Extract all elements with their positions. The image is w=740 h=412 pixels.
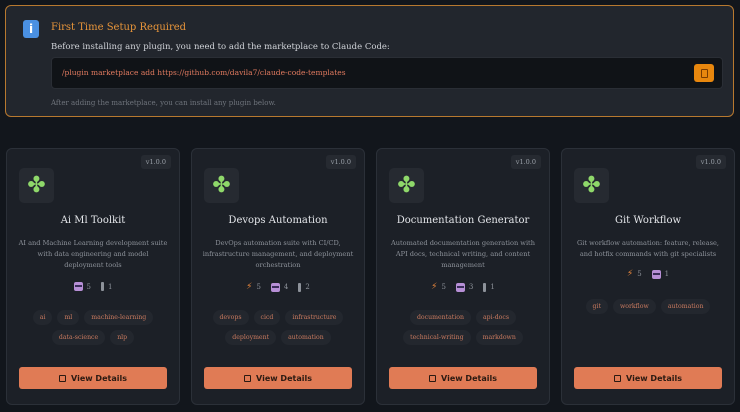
plugin-stats: ⚡ 5 4 2 — [192, 282, 364, 292]
plugin-stats: ⚡ 5 1 — [562, 269, 734, 279]
tag[interactable]: data-science — [51, 330, 106, 345]
plugin-card: v1.0.0 ✤ Git Workflow Git workflow automati… — [561, 148, 735, 405]
plugin-title: Documentation Generator — [396, 215, 530, 226]
puzzle-icon: ✤ — [19, 168, 54, 203]
tag[interactable]: ai — [32, 310, 53, 325]
plug-icon — [101, 282, 104, 291]
external-link-icon — [614, 374, 622, 382]
banner-text: Before installing any plugin, you need t… — [51, 42, 390, 52]
plugin-stats: 51 — [7, 282, 179, 291]
view-details-label: View Details — [441, 373, 497, 383]
robot-icon — [651, 269, 661, 279]
tag[interactable]: infrastructure — [285, 310, 344, 325]
version-badge: v1.0.0 — [140, 155, 171, 169]
external-link-icon — [244, 374, 252, 382]
plugin-stats: ⚡ 5 3 1 — [377, 282, 549, 292]
stat-item: 1 — [101, 282, 112, 291]
plugin-card: v1.0.0 ✤ Documentation Generator Automated … — [376, 148, 550, 405]
plugin-description: AI and Machine Learning development suit… — [18, 239, 168, 269]
tag[interactable]: devops — [212, 310, 249, 325]
puzzle-icon: ✤ — [204, 168, 239, 203]
stat-value: 1 — [108, 282, 113, 291]
stat-item: 5 — [73, 282, 91, 291]
plugin-title: Git Workflow — [614, 215, 682, 226]
stat-value: 1 — [490, 283, 495, 291]
tag[interactable]: automation — [281, 330, 331, 345]
view-details-button[interactable]: View Details — [19, 367, 167, 389]
lightning-icon: ⚡ — [431, 282, 438, 292]
plugin-description: Automated documentation generation with … — [391, 239, 535, 269]
command-box: /plugin marketplace add https://github.c… — [51, 57, 723, 89]
tag[interactable]: git — [585, 299, 608, 314]
tag[interactable]: documentation — [409, 310, 471, 325]
banner-note: After adding the marketplace, you can in… — [51, 99, 276, 107]
stat-item: 4 — [270, 282, 289, 292]
view-details-label: View Details — [626, 373, 682, 383]
tag[interactable]: api-docs — [475, 310, 517, 325]
stat-value: 3 — [468, 283, 474, 291]
stat-item: ⚡ 5 — [431, 282, 446, 292]
tag[interactable]: technical-writing — [403, 330, 471, 345]
stat-value: 5 — [441, 283, 446, 291]
tag[interactable]: automation — [660, 299, 711, 314]
tag[interactable]: machine-learning — [84, 310, 154, 325]
view-details-button[interactable]: View Details — [204, 367, 352, 389]
banner-title: First Time Setup Required — [51, 22, 187, 33]
stat-item: ⚡ 5 — [627, 269, 642, 279]
stat-item: 1 — [483, 282, 495, 292]
tag[interactable]: ml — [57, 310, 80, 325]
version-badge: v1.0.0 — [695, 155, 726, 169]
robot-icon — [73, 282, 83, 291]
lightning-icon: ⚡ — [246, 282, 253, 292]
puzzle-icon: ✤ — [389, 168, 424, 203]
stat-value: 5 — [256, 283, 261, 291]
stat-value: 5 — [637, 270, 642, 278]
external-link-icon — [429, 374, 437, 382]
version-badge: v1.0.0 — [325, 155, 356, 169]
view-details-label: View Details — [71, 373, 127, 383]
tag-list: git workflow automation — [570, 299, 726, 314]
tag[interactable]: cicd — [253, 310, 281, 325]
plug-icon — [483, 282, 487, 292]
plugin-description: Git workflow automation: feature, releas… — [576, 239, 720, 258]
plugin-title: Devops Automation — [228, 215, 328, 226]
tag[interactable]: nlp — [110, 330, 135, 345]
stat-item: 3 — [455, 282, 474, 292]
stat-item: ⚡ 5 — [246, 282, 261, 292]
lightning-icon: ⚡ — [626, 269, 634, 279]
plugin-card: v1.0.0 ✤ Ai Ml Toolkit AI and Machine Learn… — [6, 148, 180, 405]
stat-item: 1 — [651, 269, 670, 279]
external-link-icon — [59, 374, 67, 382]
tag-list: ai ml machine-learning data-science nlp — [15, 310, 171, 345]
command-text[interactable]: /plugin marketplace add https://github.c… — [62, 68, 346, 77]
tag[interactable]: workflow — [612, 299, 656, 314]
copy-icon[interactable] — [694, 64, 714, 82]
stat-item: 2 — [298, 282, 310, 292]
tag-list: documentation api-docs technical-writing ma… — [385, 310, 541, 345]
view-details-label: View Details — [256, 373, 312, 383]
plug-icon — [298, 282, 302, 292]
tag[interactable]: deployment — [225, 330, 277, 345]
stat-value: 1 — [664, 270, 670, 278]
robot-icon — [270, 282, 280, 292]
plugin-card: v1.0.0 ✤ Devops Automation DevOps automatio… — [191, 148, 365, 405]
stat-value: 2 — [305, 283, 310, 291]
plugin-title: Ai Ml Toolkit — [60, 215, 126, 226]
tag-list: devops cicd infrastructure deployment automa… — [200, 310, 356, 345]
stat-value: 4 — [283, 283, 289, 291]
view-details-button[interactable]: View Details — [574, 367, 722, 389]
puzzle-icon: ✤ — [574, 168, 609, 203]
plugin-description: DevOps automation suite with CI/CD, infr… — [202, 239, 354, 269]
info-icon: i — [23, 20, 39, 38]
stat-value: 5 — [86, 282, 91, 291]
setup-banner: i First Time Setup Required Before insta… — [5, 5, 734, 117]
view-details-button[interactable]: View Details — [389, 367, 537, 389]
robot-icon — [455, 282, 465, 292]
version-badge: v1.0.0 — [510, 155, 541, 169]
tag[interactable]: markdown — [475, 330, 523, 345]
